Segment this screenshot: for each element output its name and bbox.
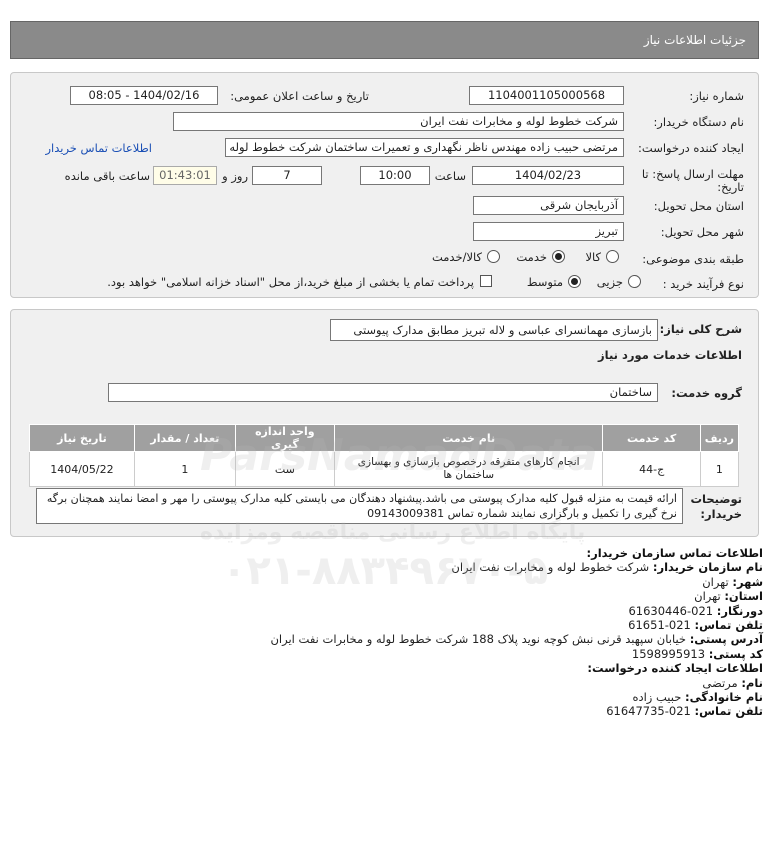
service-group-field: ساختمان bbox=[108, 383, 658, 402]
buyer-org-field: شرکت خطوط لوله و مخابرات نفت ایران bbox=[173, 112, 624, 131]
cell-service-name: انجام کارهای متفرقه درخصوص بازسازی و بهس… bbox=[333, 451, 604, 487]
org-city-value: تهران bbox=[702, 574, 729, 589]
services-heading: اطلاعات خدمات مورد نیاز bbox=[598, 348, 742, 362]
org-contact-heading: اطلاعات تماس سازمان خریدار: bbox=[586, 546, 763, 560]
remaining-time-field: 01:43:01 bbox=[153, 166, 217, 185]
remaining-time-label: ساعت باقی مانده bbox=[64, 169, 150, 183]
need-number-field: 1104001105000568 bbox=[469, 86, 624, 105]
buyer-notes-field: ارائه قیمت به منزله قبول کلیه مدارک پیوس… bbox=[36, 488, 683, 524]
creator-first-name-label: نام: bbox=[741, 675, 763, 690]
creator-first-name-value: مرتضی bbox=[702, 675, 738, 690]
request-creator-label: ایجاد کننده درخواست: bbox=[638, 141, 744, 155]
deadline-hour-field: 10:00 bbox=[360, 166, 430, 185]
cell-need-date: 1404/05/22 bbox=[29, 451, 135, 487]
services-table-header: ردیف کد خدمت نام خدمت واحد اندازه گیری ت… bbox=[29, 424, 740, 452]
delivery-province-field: آذربایجان شرقی bbox=[473, 196, 624, 215]
category-goods-service-label: کالا/خدمت bbox=[431, 250, 482, 264]
need-summary-field: بازسازی مهمانسرای عباسی و لاله تبریز مطا… bbox=[330, 319, 658, 341]
deadline-label: مهلت ارسال پاسخ: تا bbox=[641, 167, 744, 181]
process-minor-label: جزیی bbox=[596, 275, 623, 289]
col-quantity: تعداد / مقدار bbox=[133, 424, 236, 452]
service-group-label: گروه خدمت: bbox=[671, 386, 742, 400]
col-row-number: ردیف bbox=[699, 424, 740, 452]
days-label: روز و bbox=[222, 169, 248, 183]
remaining-days-field: 7 bbox=[252, 166, 322, 185]
page-title: جزئیات اطلاعات نیاز bbox=[643, 33, 746, 47]
org-postal-label: کد پستی: bbox=[708, 646, 763, 661]
org-province-value: تهران bbox=[694, 589, 721, 604]
purchase-process-label: نوع فرآیند خرید : bbox=[662, 277, 744, 291]
org-name-label: نام سازمان خریدار: bbox=[652, 560, 763, 575]
creator-phone-value: 021-61647735 bbox=[606, 704, 691, 719]
cell-quantity: 1 bbox=[133, 451, 236, 487]
table-row: 1 ج-44 انجام کارهای متفرقه درخصوص بازساز… bbox=[29, 451, 740, 487]
announce-date-label: تاریخ و ساعت اعلان عمومی: bbox=[230, 89, 369, 103]
cell-row-number: 1 bbox=[699, 451, 740, 487]
org-name-value: شرکت خطوط لوله و مخابرات نفت ایران bbox=[451, 560, 650, 575]
need-summary-label: شرح کلی نیاز: bbox=[659, 322, 742, 336]
deadline-date-field: 1404/02/23 bbox=[472, 166, 624, 185]
col-service-code: کد خدمت bbox=[602, 424, 701, 452]
delivery-city-label: شهر محل تحویل: bbox=[660, 225, 744, 239]
request-creator-field: مرتضی حبیب زاده مهندس ناظر نگهداری و تعم… bbox=[225, 138, 624, 157]
creator-contact-heading: اطلاعات ایجاد کننده درخواست: bbox=[587, 661, 763, 676]
org-address-value: خیابان سپهبد قرنی نبش کوچه نوید پلاک 188… bbox=[270, 632, 687, 647]
org-province-label: استان: bbox=[724, 589, 763, 604]
cell-unit: ست bbox=[234, 451, 335, 487]
buyer-notes-label: توضیحات خریدار: bbox=[690, 492, 743, 521]
col-need-date: تاریخ نیاز bbox=[29, 424, 135, 452]
org-address-label: آدرس پستی: bbox=[689, 632, 763, 647]
org-fax-value: 021-61630446 bbox=[628, 603, 714, 618]
process-medium-label: متوسط bbox=[526, 275, 563, 289]
org-phone-label: تلفن تماس: bbox=[694, 618, 763, 633]
announce-date-field: 1404/02/16 - 08:05 bbox=[70, 86, 218, 105]
org-city-label: شهر: bbox=[732, 574, 763, 589]
services-table: ردیف کد خدمت نام خدمت واحد اندازه گیری ت… bbox=[29, 424, 740, 487]
org-fax-label: دورنگار: bbox=[716, 603, 763, 618]
cell-service-code: ج-44 bbox=[602, 451, 701, 487]
page-header: جزئیات اطلاعات نیاز bbox=[10, 21, 759, 59]
creator-last-name-value: حبیب زاده bbox=[632, 690, 682, 705]
process-minor-radio[interactable] bbox=[628, 275, 641, 288]
col-service-name: نام خدمت bbox=[333, 424, 604, 452]
category-goods-service-radio[interactable] bbox=[487, 250, 500, 263]
need-number-label: شماره نیاز: bbox=[689, 89, 744, 103]
category-goods-label: کالا bbox=[585, 250, 601, 264]
process-medium-radio[interactable] bbox=[568, 275, 581, 288]
treasury-text: پرداخت تمام یا بخشی از مبلغ خرید،از محل … bbox=[107, 275, 474, 289]
delivery-city-field: تبریز bbox=[473, 222, 624, 241]
category-label: طبقه بندی موضوعی: bbox=[642, 252, 744, 266]
col-unit: واحد اندازه گیری bbox=[234, 424, 335, 452]
org-postal-value: 1598995913 bbox=[631, 646, 706, 661]
creator-phone-label: تلفن تماس: bbox=[694, 704, 763, 719]
deadline-date-word: تاریخ: bbox=[717, 180, 744, 194]
org-phone-value: 021-61651 bbox=[628, 618, 691, 633]
treasury-checkbox[interactable] bbox=[480, 275, 492, 287]
category-service-label: خدمت bbox=[516, 250, 547, 264]
category-service-radio[interactable] bbox=[552, 250, 565, 263]
deadline-hour-label: ساعت bbox=[434, 169, 466, 183]
creator-last-name-label: نام خانوادگی: bbox=[685, 690, 763, 705]
category-goods-radio[interactable] bbox=[606, 250, 619, 263]
delivery-province-label: استان محل تحویل: bbox=[653, 199, 744, 213]
buyer-contact-link[interactable]: اطلاعات تماس خریدار bbox=[45, 141, 152, 155]
buyer-org-label: نام دستگاه خریدار: bbox=[653, 115, 744, 129]
contact-info: اطلاعات تماس سازمان خریدار: نام سازمان خ… bbox=[13, 546, 763, 719]
